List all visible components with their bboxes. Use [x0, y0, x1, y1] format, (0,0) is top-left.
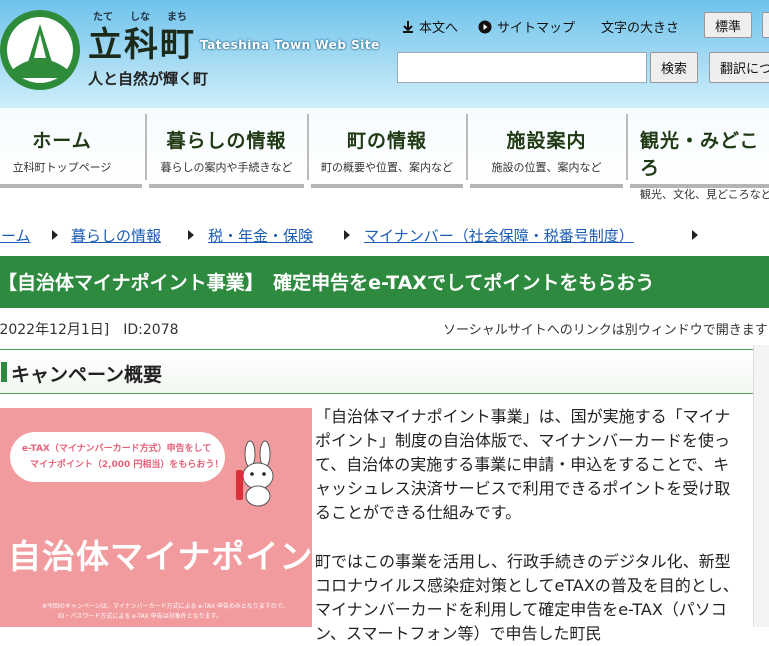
scrollbar-strip[interactable] [753, 345, 769, 627]
section-heading-box: キャンペーン概要 [0, 349, 755, 394]
banner-title: 自治体マイナポイント [8, 537, 312, 576]
skip-to-content-label: 本文へ [419, 21, 459, 36]
play-circle-icon [478, 20, 492, 33]
page-title-bar: 【自治体マイナポイント事業】 確定申告をe-TAXでしてポイントをもらおう [0, 256, 769, 308]
nav-item-title: 施設案内 [506, 130, 587, 152]
site-title-en: Tateshina Town Web Site [200, 38, 380, 52]
content-paragraph-1: 「自治体マイナポイント事業」は、国が実施する「マイナポイント」制度の自治体版で、… [315, 407, 731, 522]
nav-item-town[interactable]: 町の情報 町の概要や位置、案内など [311, 108, 463, 188]
campaign-banner-image: e-TAX（マイナンバーカード方式）申告をして マイナポイント（2,000 円相… [0, 408, 312, 627]
nav-divider [626, 114, 628, 180]
nav-divider [145, 114, 147, 180]
text-size-label: 文字の大きさ [601, 21, 680, 36]
rabbit-mascot-icon [236, 440, 274, 507]
nav-item-sub: 暮らしの案内や手続きなど [160, 161, 293, 174]
breadcrumb-arrow-icon [52, 230, 58, 240]
search-input[interactable] [397, 52, 647, 83]
nav-item-title: 町の情報 [346, 130, 427, 152]
nav-item-sub: 町の概要や位置、案内など [321, 161, 453, 174]
nav-item-sub: 施設の位置、案内など [491, 161, 602, 174]
nav-item-title: 観光・みどころ [640, 130, 760, 179]
text-size-standard-button[interactable]: 標準 [704, 12, 753, 38]
social-note: ソーシャルサイトへのリンクは別ウィンドウで開きます [443, 323, 768, 338]
banner-line2: マイナポイント（2,000 円相当）をもらおう！ [30, 460, 224, 470]
download-arrow-icon [403, 21, 413, 33]
nav-item-sub: 立科町トップページ [12, 161, 112, 174]
site-title[interactable]: 立科町 [88, 17, 196, 66]
nav-divider [307, 114, 309, 180]
banner-note1: ※今回のキャンペーンは、マイナンバーカード方式による e-TAX 申告のみとなり… [42, 603, 289, 610]
tagline: 人と自然が輝く町 [88, 70, 209, 88]
content-paragraph-2: 町ではこの事業を活用し、行政手続きのデジタル化、新型コロナウイルス感染症対策とし… [315, 552, 739, 643]
breadcrumb-arrow-icon [188, 230, 194, 240]
search-button[interactable]: 検索 [650, 52, 698, 83]
site-header: たて しな まち 立科町 Tateshina Town Web Site 人と自… [0, 0, 769, 108]
translate-button[interactable]: 翻訳につ [709, 52, 769, 83]
town-logo-icon[interactable] [0, 8, 82, 92]
heading-accent-bar [1, 362, 7, 382]
breadcrumb-living[interactable]: 暮らしの情報 [71, 225, 161, 246]
banner-note2: ID・パスワード方式による e-TAX 申告は対象外となります。 [58, 613, 222, 620]
page-title: 【自治体マイナポイント事業】 確定申告をe-TAXでしてポイントをもらおう [0, 272, 655, 294]
breadcrumb-tax[interactable]: 税・年金・保険 [208, 225, 313, 246]
nav-item-title: 暮らしの情報 [166, 130, 287, 152]
nav-item-title: ホーム [32, 130, 92, 152]
breadcrumb-home[interactable]: ホーム [0, 225, 31, 246]
banner-line1: e-TAX（マイナンバーカード方式）申告をして [22, 444, 212, 454]
text-size-large-button[interactable] [762, 12, 769, 38]
nav-item-living[interactable]: 暮らしの情報 暮らしの案内や手続きなど [149, 108, 304, 188]
nav-item-home[interactable]: ホーム 立科町トップページ [0, 108, 142, 188]
sitemap-label: サイトマップ [497, 21, 576, 36]
breadcrumb-mynumber[interactable]: マイナンバー（社会保障・税番号制度） [364, 225, 634, 246]
global-nav: ホーム 立科町トップページ 暮らしの情報 暮らしの案内や手続きなど 町の情報 町… [0, 108, 769, 201]
sitemap-link[interactable]: サイトマップ [478, 17, 575, 36]
page-date-id: [2022年12月1日] ID:2078 [0, 322, 179, 338]
skip-to-content-link[interactable]: 本文へ [402, 17, 458, 36]
section-heading: キャンペーン概要 [11, 364, 163, 386]
nav-item-tourism[interactable]: 観光・みどころ 観光、文化、見どころなど [630, 108, 769, 201]
nav-divider [466, 114, 468, 180]
breadcrumb-arrow-icon [344, 230, 350, 240]
nav-item-facilities[interactable]: 施設案内 施設の位置、案内など [470, 108, 623, 188]
breadcrumb-arrow-icon [692, 230, 698, 240]
nav-item-sub: 観光、文化、見どころなど [640, 188, 769, 201]
